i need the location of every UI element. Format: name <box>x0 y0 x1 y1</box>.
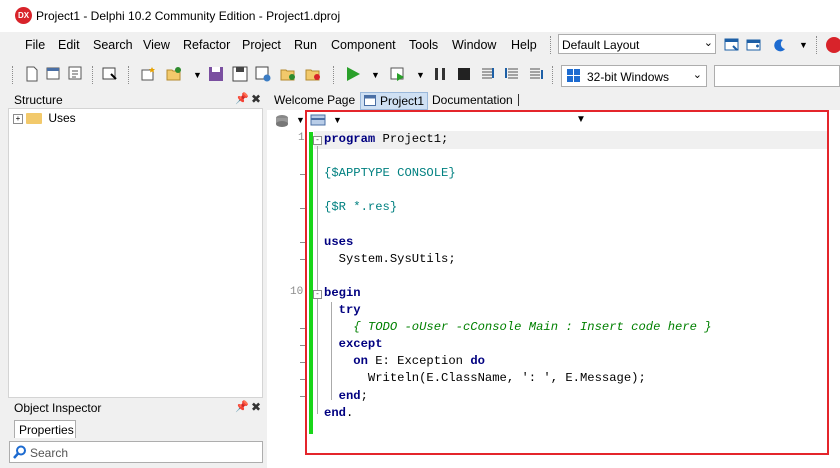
save-icon[interactable] <box>208 66 224 82</box>
windows-icon <box>567 69 580 82</box>
open-project-icon[interactable] <box>166 66 182 82</box>
tab-divider <box>518 94 519 106</box>
tab-project1-label: Project1 <box>380 94 425 108</box>
toolbar-separator <box>92 66 94 84</box>
new-file-icon[interactable] <box>24 66 40 82</box>
select-form-icon[interactable] <box>102 66 118 82</box>
window-title: Project1 - Delphi 10.2 Community Edition… <box>36 9 341 23</box>
menu-refactor[interactable]: Refactor <box>183 38 230 52</box>
new-unit-icon[interactable] <box>68 66 84 82</box>
editor-tabs: Welcome Page Project1 Documentation <box>270 92 840 110</box>
menu-view[interactable]: View <box>143 38 170 52</box>
tab-project1[interactable]: Project1 <box>360 92 428 110</box>
target-platform-value: 32-bit Windows <box>587 70 670 84</box>
menu-edit[interactable]: Edit <box>58 38 80 52</box>
add-to-project-icon[interactable] <box>280 66 296 82</box>
class-browser-icon[interactable] <box>274 112 292 128</box>
step-over-icon[interactable] <box>504 66 520 82</box>
search-icon <box>13 445 26 459</box>
title-bar: DX Project1 - Delphi 10.2 Community Edit… <box>0 0 840 32</box>
run-options-arrow-icon[interactable]: ▼ <box>416 70 425 80</box>
line-number: 1 <box>298 132 305 144</box>
run-to-cursor-icon[interactable] <box>528 66 544 82</box>
menu-project[interactable]: Project <box>242 38 281 52</box>
tab-documentation[interactable]: Documentation <box>432 92 513 108</box>
pin-icon[interactable]: 📌 <box>235 400 249 413</box>
search-placeholder: Search <box>30 446 69 460</box>
unit-file-icon <box>364 95 376 106</box>
line-number: 10 <box>290 286 304 298</box>
open-dropdown-arrow-icon[interactable]: ▼ <box>193 70 202 80</box>
tab-properties-label: Properties <box>19 423 74 437</box>
layout-select[interactable]: Default Layout ⌄ <box>558 34 716 54</box>
remove-from-project-icon[interactable] <box>305 66 321 82</box>
expand-icon[interactable]: + <box>13 113 23 124</box>
tab-welcome-page[interactable]: Welcome Page <box>274 92 355 108</box>
chevron-down-icon: ⌄ <box>703 37 713 49</box>
run-without-debugging-icon[interactable] <box>390 66 406 82</box>
menu-file[interactable]: File <box>25 38 45 52</box>
dark-theme-icon[interactable] <box>772 37 788 53</box>
folder-icon <box>26 113 42 125</box>
toolbar-input[interactable] <box>714 65 840 87</box>
trace-into-icon[interactable] <box>480 66 496 82</box>
embarcadero-logo-icon <box>826 37 840 53</box>
toolbar-grip <box>12 66 14 84</box>
object-inspector-header: Object Inspector 📌 ✖ <box>8 400 263 416</box>
toolbar-separator <box>128 66 130 84</box>
object-inspector-title: Object Inspector <box>14 401 102 415</box>
highlight-frame <box>305 110 829 455</box>
tab-properties[interactable]: Properties <box>14 420 76 438</box>
save-all-icon[interactable] <box>232 66 248 82</box>
structure-panel: + Uses <box>8 108 263 398</box>
toolbar-separator <box>552 66 554 84</box>
structure-title: Structure <box>14 93 63 107</box>
run-dropdown-arrow-icon[interactable]: ▼ <box>371 70 380 80</box>
menu-help[interactable]: Help <box>511 38 537 52</box>
delphi-logo-icon: DX <box>15 7 32 24</box>
run-icon[interactable] <box>345 66 361 82</box>
theme-dropdown-arrow-icon[interactable]: ▼ <box>799 40 808 50</box>
close-icon[interactable]: ✖ <box>251 92 261 106</box>
desktop-layout-icon[interactable] <box>746 37 762 53</box>
target-platform-select[interactable]: 32-bit Windows ⌄ <box>561 65 707 87</box>
menu-window[interactable]: Window <box>452 38 496 52</box>
new-items-icon[interactable] <box>140 66 156 82</box>
structure-panel-header: Structure 📌 ✖ <box>8 92 263 108</box>
menu-run[interactable]: Run <box>294 38 317 52</box>
close-icon[interactable]: ✖ <box>251 400 261 414</box>
layout-select-value: Default Layout <box>562 38 640 52</box>
class-dropdown-arrow-icon[interactable]: ▼ <box>296 115 305 125</box>
new-form-icon[interactable] <box>46 66 62 82</box>
save-layout-icon[interactable] <box>724 37 740 53</box>
tree-item-label: Uses <box>48 111 76 125</box>
menu-component[interactable]: Component <box>331 38 396 52</box>
chevron-down-icon: ⌄ <box>692 69 702 81</box>
object-inspector-search[interactable]: Search <box>9 441 263 463</box>
save-as-icon[interactable] <box>255 66 271 82</box>
tree-item-uses[interactable]: + Uses <box>13 111 76 125</box>
menu-search[interactable]: Search <box>93 38 133 52</box>
pause-icon[interactable] <box>432 66 448 82</box>
stop-icon[interactable] <box>456 66 472 82</box>
menu-separator-2 <box>816 36 818 54</box>
pin-icon[interactable]: 📌 <box>235 92 249 105</box>
toolbar-separator <box>333 66 335 84</box>
menu-tools[interactable]: Tools <box>409 38 438 52</box>
menu-separator <box>550 36 552 54</box>
